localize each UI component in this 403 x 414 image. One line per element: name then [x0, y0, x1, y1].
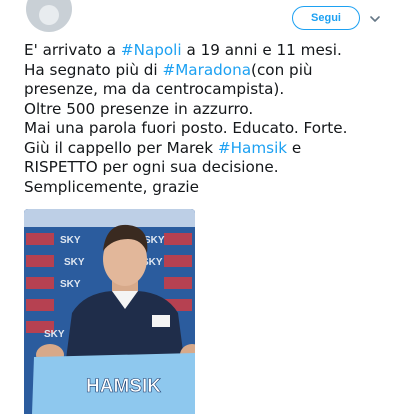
tweet-text-segment: presenze, ma da centrocampista). — [24, 80, 285, 98]
tweet-text-segment: Oltre 500 presenze in azzurro. — [24, 99, 254, 118]
tweet-line: Oltre 500 presenze in azzurro. — [24, 100, 394, 120]
tweet-text-segment: Giù il cappello per Marek — [24, 138, 218, 157]
tweet-line: RISPETTO per ogni sua decisione. — [24, 158, 394, 178]
tweet-line: Mai una parola fuori posto. Educato. For… — [24, 119, 394, 139]
tweet-text: E' arrivato a #Napoli a 19 anni e 11 mes… — [24, 41, 394, 197]
backdrop-logo-2: SKY — [64, 257, 85, 268]
tweet-line: Ha segnato più di #Maradona(con più — [24, 61, 394, 81]
backdrop-logo-6: SKY — [44, 329, 65, 340]
shirt-name-text: HAMSIK — [86, 376, 161, 397]
photo-illustration: SKY SKY SKY SKY SKY SKY HAMSIK — [24, 209, 195, 414]
tweet-text-segment: RISPETTO per ogni sua decisione. — [24, 158, 279, 176]
tweet-text-segment: e — [287, 138, 302, 157]
tweet-line: Giù il cappello per Marek #Hamsik e — [24, 139, 394, 159]
tweet-text-segment: E' arrivato a — [24, 41, 121, 59]
hashtag-link[interactable]: #Hamsik — [218, 139, 287, 157]
tweet-text-segment: Mai una parola fuori posto. Educato. For… — [24, 119, 348, 137]
tweet-header: Segui — [0, 0, 403, 40]
backdrop-logo-3: SKY — [60, 279, 81, 290]
tweet-line: E' arrivato a #Napoli a 19 anni e 11 mes… — [24, 41, 394, 61]
follow-button[interactable]: Segui — [292, 6, 360, 30]
chevron-down-icon[interactable] — [368, 12, 382, 26]
avatar-placeholder-icon — [39, 5, 59, 25]
tweet-text-segment: a 19 anni e 11 mesi. — [181, 41, 342, 59]
hashtag-link[interactable]: #Maradona — [162, 61, 251, 79]
tweet-photo[interactable]: SKY SKY SKY SKY SKY SKY HAMSIK — [24, 209, 195, 414]
tweet-text-segment: Semplicemente, grazie — [24, 177, 199, 196]
tweet-line: presenze, ma da centrocampista). — [24, 80, 394, 100]
tweet-text-segment: (con più — [251, 60, 313, 79]
tweet-line: Semplicemente, grazie — [24, 178, 394, 198]
tweet-text-segment: Ha segnato più di — [24, 60, 163, 79]
avatar[interactable] — [26, 0, 72, 32]
backdrop-logo-1: SKY — [60, 235, 81, 246]
hashtag-link[interactable]: #Napoli — [121, 41, 182, 59]
